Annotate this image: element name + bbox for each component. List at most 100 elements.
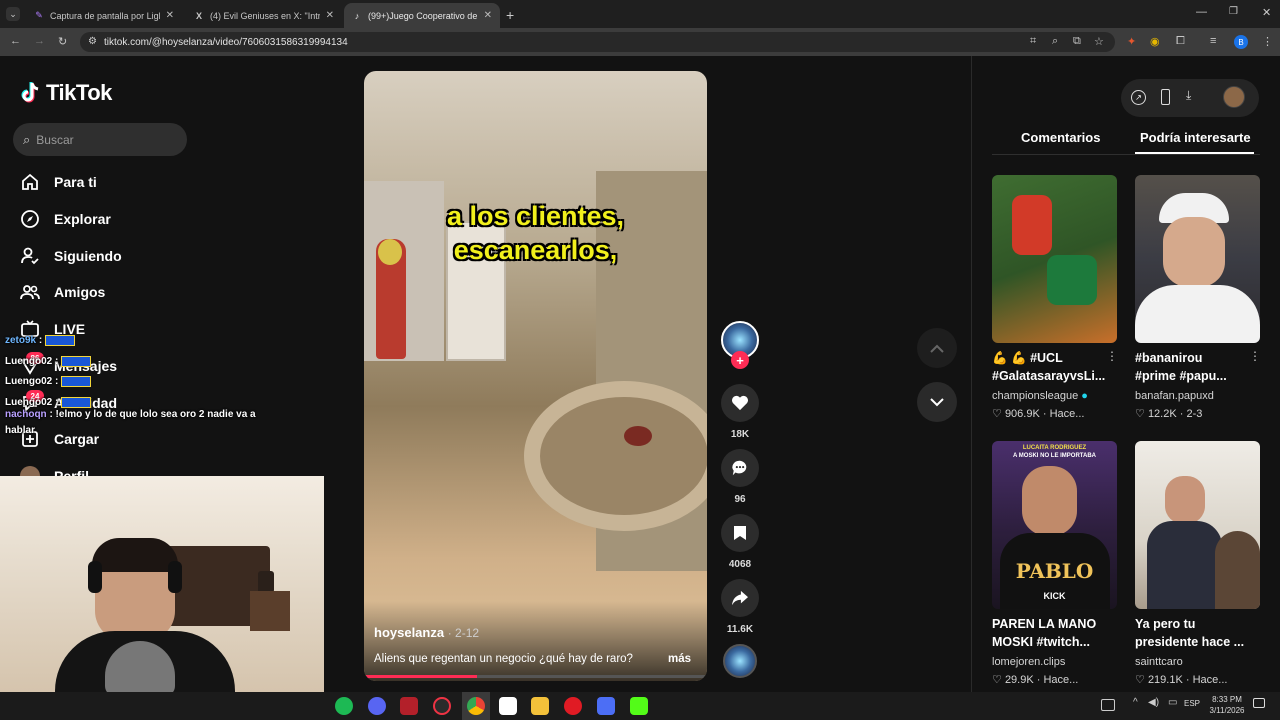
more-options-icon[interactable]: ⋮: [1106, 349, 1118, 363]
tiktok-logo[interactable]: TikTok: [20, 80, 112, 106]
video-author[interactable]: hoyselanza · 2-12: [374, 625, 479, 640]
extension-icon[interactable]: ✦: [1127, 35, 1136, 48]
video-progress-track[interactable]: [364, 675, 707, 678]
nav-amigos[interactable]: Amigos: [20, 282, 105, 302]
close-icon[interactable]: ✕: [484, 10, 492, 21]
next-video-button[interactable]: [917, 382, 957, 422]
network-icon[interactable]: ▭: [1168, 697, 1177, 708]
search-input[interactable]: ⌕ Buscar: [13, 123, 187, 156]
nav-para-ti[interactable]: Para ti: [20, 172, 97, 192]
more-button[interactable]: más: [668, 653, 691, 665]
video-player[interactable]: a los clientes, escanearlos, hoyselanza …: [364, 71, 707, 681]
tiktok-icon: ♪: [354, 10, 360, 21]
sound-disc-icon[interactable]: [723, 644, 757, 678]
obs-icon[interactable]: [433, 697, 451, 715]
translate-icon[interactable]: ⌗: [1030, 35, 1036, 48]
card-stats: ♡ 29.9K · Hace...: [992, 674, 1079, 686]
kick-icon[interactable]: [630, 697, 648, 715]
feather-icon: ✎: [35, 10, 43, 20]
like-button[interactable]: [721, 384, 759, 422]
phone-icon[interactable]: [1161, 89, 1170, 105]
url-text[interactable]: tiktok.com/@hoyselanza/video/76060315863…: [104, 37, 348, 48]
restore-icon[interactable]: ❐: [1229, 6, 1238, 17]
clock[interactable]: 8:33 PM 3/11/2026: [1205, 694, 1249, 716]
headphones-left: [88, 561, 102, 593]
menu-icon[interactable]: ⋮: [1262, 35, 1273, 48]
video-card-thumbnail[interactable]: [992, 175, 1117, 343]
spotify-icon[interactable]: [335, 697, 353, 715]
chevron-down-icon: [930, 397, 944, 406]
forward-icon[interactable]: →: [34, 35, 45, 47]
browser-tab-x[interactable]: X (4) Evil Geniuses en X: "Introduc ✕: [186, 3, 342, 28]
share-button[interactable]: [721, 579, 759, 617]
user-avatar[interactable]: [1223, 86, 1245, 108]
app-icon[interactable]: [400, 697, 418, 715]
close-icon[interactable]: ✕: [166, 10, 174, 21]
chrome-icon[interactable]: [467, 697, 485, 715]
thumb-text: LUCAITA RODRIGUEZ: [1022, 445, 1087, 451]
card-author[interactable]: championsleague ●: [992, 390, 1088, 402]
volume-icon[interactable]: ◀): [1148, 697, 1159, 708]
video-progress-fill: [364, 675, 478, 678]
tab-search-button[interactable]: ⌄: [6, 7, 20, 21]
video-card-thumbnail[interactable]: [1135, 175, 1260, 343]
webcam-overlay: [0, 476, 324, 692]
nav-explorar[interactable]: Explorar: [20, 209, 111, 229]
tray-chevron-icon[interactable]: ^: [1133, 697, 1138, 708]
browser-tab-tiktok[interactable]: ♪ (99+)Juego Cooperativo de Ali ✕: [344, 3, 500, 28]
video-card-thumbnail[interactable]: [1135, 441, 1260, 609]
site-info-icon[interactable]: ⚙: [88, 36, 97, 47]
save-button[interactable]: [721, 514, 759, 552]
card-title[interactable]: #bananirou #prime #papu...: [1135, 349, 1265, 385]
bookmark-star-icon[interactable]: ☆: [1094, 35, 1104, 48]
tab-podria-interesarte[interactable]: Podría interesarte: [1140, 130, 1251, 145]
card-title[interactable]: Ya pero tu presidente hace ...: [1135, 615, 1265, 651]
comment-button[interactable]: [721, 449, 759, 487]
nav-siguiendo[interactable]: Siguiendo: [20, 246, 122, 266]
card-title[interactable]: PAREN LA MANO MOSKI #twitch...: [992, 615, 1122, 651]
more-options-icon[interactable]: ⋮: [1249, 349, 1261, 363]
notifications-icon[interactable]: [1253, 698, 1265, 708]
extension-icon-2[interactable]: ◉: [1150, 35, 1160, 48]
previous-video-button[interactable]: [917, 328, 957, 368]
discord-icon[interactable]: [368, 697, 386, 715]
reload-icon[interactable]: ↻: [58, 35, 67, 48]
minimize-icon[interactable]: —: [1196, 6, 1207, 18]
following-icon: [20, 246, 40, 266]
card-author[interactable]: lomejoren.clips: [992, 656, 1065, 668]
card-author[interactable]: banafan.papuxd: [1135, 390, 1214, 402]
x-logo-icon: X: [195, 10, 202, 21]
browser-tab-lightshot[interactable]: ✎ Captura de pantalla por Lightsh ✕: [26, 3, 182, 28]
zoom-icon[interactable]: ⌕: [1052, 35, 1058, 48]
video-description: Aliens que regentan un negocio ¿qué hay …: [374, 653, 633, 665]
app-icon-2[interactable]: [499, 697, 517, 715]
card-author[interactable]: sainttcaro: [1135, 656, 1183, 668]
extensions-puzzle-icon[interactable]: ⧠: [1176, 35, 1185, 48]
media-icon[interactable]: ≡: [1210, 35, 1216, 47]
friends-icon: [20, 282, 40, 302]
video-card-thumbnail[interactable]: LUCAITA RODRIGUEZ A MOSKI NO LE IMPORTAB…: [992, 441, 1117, 609]
new-tab-icon[interactable]: +: [506, 7, 514, 23]
install-icon[interactable]: ⧉: [1073, 35, 1081, 48]
keyboard-icon[interactable]: [1101, 699, 1115, 711]
file-explorer-icon[interactable]: [531, 697, 549, 715]
follow-plus-icon[interactable]: +: [731, 351, 749, 369]
language-indicator[interactable]: ESP: [1184, 699, 1200, 708]
back-icon[interactable]: ←: [10, 35, 21, 47]
app-icon-3[interactable]: [597, 697, 615, 715]
window-close-icon[interactable]: ✕: [1262, 6, 1271, 19]
toilet-button: [624, 426, 652, 446]
tabs-divider: [992, 154, 1260, 155]
comment-icon: [732, 460, 747, 476]
coins-icon[interactable]: ↗: [1131, 90, 1146, 105]
chat-message: nachoqn : !elmo y lo de que lolo sea oro…: [5, 409, 256, 436]
profile-avatar[interactable]: B: [1234, 35, 1248, 49]
card-title[interactable]: 💪 💪 #UCL #GalatasarayvsLi...: [992, 349, 1122, 385]
download-icon[interactable]: ⤓: [1186, 88, 1191, 103]
nightstand: [250, 591, 290, 631]
video-gradient: [364, 601, 707, 681]
tab-comentarios[interactable]: Comentarios: [1021, 130, 1100, 145]
close-icon[interactable]: ✕: [326, 10, 334, 21]
player-red: [1012, 195, 1052, 255]
opera-icon[interactable]: [564, 697, 582, 715]
